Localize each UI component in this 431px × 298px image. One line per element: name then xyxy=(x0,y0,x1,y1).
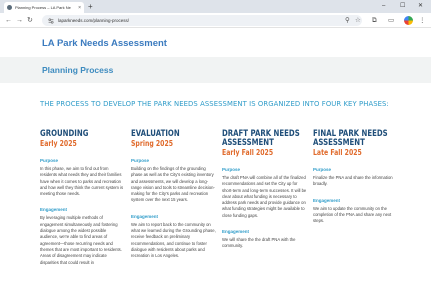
address-bar[interactable]: laparkneeds.com/planning-process/ xyxy=(42,15,362,26)
site-favicon-icon xyxy=(7,5,12,10)
new-tab-button[interactable]: + xyxy=(88,2,93,11)
phase-date: Late Fall 2025 xyxy=(313,148,362,157)
phase-date: Spring 2025 xyxy=(131,139,174,148)
phase-name-line-2: ASSESSMENT xyxy=(313,138,365,148)
browser-toolbar: ← → ↻ laparkneeds.com/planning-process/ … xyxy=(0,13,431,28)
intro-heading: THE PROCESS TO DEVELOP THE PARK NEEDS AS… xyxy=(40,99,389,108)
browser-tab[interactable]: Planning Process – LA Park Ne × xyxy=(4,2,84,13)
section-text: By leveraging multiple methods of engage… xyxy=(40,215,122,265)
phase-column-evaluation: EVALUATION Spring 2025 Purpose Building … xyxy=(131,130,216,260)
minimize-button[interactable]: – xyxy=(382,2,385,10)
section-heading: Purpose xyxy=(131,158,150,163)
tab-close-icon[interactable]: × xyxy=(78,5,81,11)
downloads-icon[interactable]: ▭ xyxy=(388,16,394,25)
phase-column-grounding: GROUNDING Early 2025 Purpose In this pha… xyxy=(40,130,125,266)
section-text: In this phase, we aim to find out from r… xyxy=(40,166,124,197)
back-arrow-icon[interactable]: ← xyxy=(5,16,12,25)
section-heading: Engagement xyxy=(131,213,159,219)
phase-name: EVALUATION xyxy=(131,129,180,139)
phase-name: GROUNDING xyxy=(40,129,89,139)
section-heading: Purpose xyxy=(313,167,332,172)
section-heading: Engagement xyxy=(40,207,68,213)
section-text: We will share the the draft PNA with the… xyxy=(222,237,296,249)
section-heading: Purpose xyxy=(222,167,241,172)
menu-kebab-icon[interactable]: ⋮ xyxy=(419,16,426,25)
browser-tab-bar: Planning Process – LA Park Ne × + – ☐ ✕ xyxy=(0,0,431,13)
page-title: Planning Process xyxy=(42,65,114,75)
section-text: We aim to update the community on the co… xyxy=(313,205,392,224)
section-text: The draft PNA will combine all of the fi… xyxy=(222,175,307,218)
phase-date: Early 2025 xyxy=(40,139,77,148)
phase-column-draft: DRAFT PARK NEEDS ASSESSMENT Early Fall 2… xyxy=(222,130,307,250)
extensions-icon[interactable]: ⧉ xyxy=(372,16,377,25)
forward-arrow-icon[interactable]: → xyxy=(16,16,23,25)
maximize-button[interactable]: ☐ xyxy=(400,2,405,10)
phase-date: Early Fall 2025 xyxy=(222,148,274,157)
zoom-icon[interactable]: ⚲ xyxy=(345,16,350,25)
tab-title: Planning Process – LA Park Ne xyxy=(15,5,71,10)
section-text: Finalize the PNA and share the informati… xyxy=(313,175,393,187)
profile-avatar[interactable] xyxy=(404,16,413,25)
section-heading: Engagement xyxy=(313,197,341,203)
section-heading: Purpose xyxy=(40,158,59,163)
section-heading: Engagement xyxy=(222,229,250,235)
reload-icon[interactable]: ↻ xyxy=(27,16,33,25)
close-window-button[interactable]: ✕ xyxy=(418,2,423,10)
bookmark-star-icon[interactable]: ☆ xyxy=(355,16,361,25)
url-text: laparkneeds.com/planning-process/ xyxy=(58,18,130,23)
section-text: We aim to report back to the community o… xyxy=(131,221,216,259)
phase-name-line-2: ASSESSMENT xyxy=(222,138,274,148)
site-info-icon[interactable] xyxy=(48,18,54,24)
phase-column-final: FINAL PARK NEEDS ASSESSMENT Late Fall 20… xyxy=(313,130,398,224)
section-text: Building on the findings of the groundin… xyxy=(131,166,215,203)
site-title[interactable]: LA Park Needs Assessment xyxy=(42,38,167,49)
